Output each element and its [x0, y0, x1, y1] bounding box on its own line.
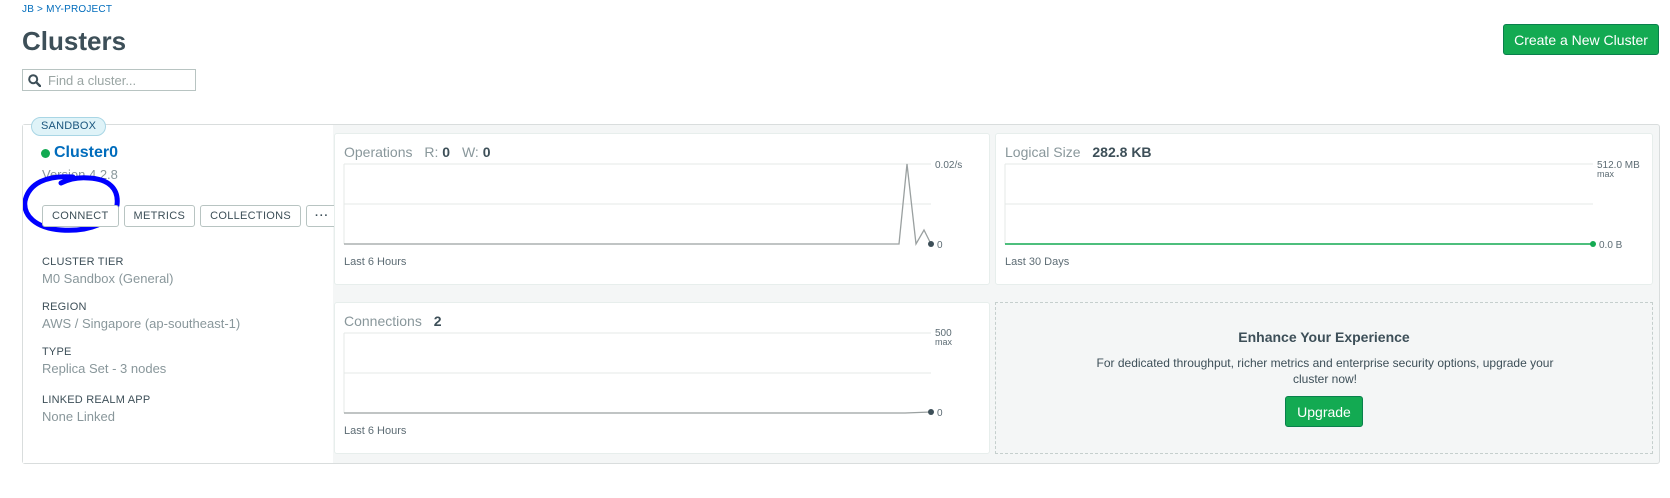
- cluster-info-panel: SANDBOX Cluster0 Version 4.2.8 CONNECT M…: [23, 117, 339, 463]
- connections-footer: Last 6 Hours: [344, 425, 407, 437]
- operations-chart-panel[interactable]: Operations R: 0 W: 0 0.02/s 0 Last 6 Hou…: [334, 133, 990, 285]
- connections-current-point: [928, 409, 934, 415]
- logical-size-min-label: 0.0 B: [1599, 240, 1623, 251]
- logical-size-chart-panel[interactable]: Logical Size 282.8 KB 512.0 MB max 0.0 B…: [995, 133, 1653, 285]
- connect-button[interactable]: CONNECT: [42, 205, 119, 227]
- upgrade-description: For dedicated throughput, richer metrics…: [1096, 356, 1554, 386]
- logical-size-current-point: [1590, 241, 1596, 247]
- sandbox-badge: SANDBOX: [31, 117, 107, 136]
- info-value: Replica Set - 3 nodes: [42, 361, 167, 376]
- upgrade-button[interactable]: Upgrade: [1285, 396, 1363, 427]
- connections-chart: 500 max 0: [343, 328, 953, 419]
- info-label: TYPE: [42, 346, 72, 358]
- connections-max-sub: max: [935, 337, 953, 347]
- connections-min-label: 0: [937, 408, 943, 419]
- page-title: Clusters: [22, 26, 127, 56]
- cluster-name[interactable]: Cluster0: [54, 144, 118, 162]
- cluster-actions: CONNECT METRICS COLLECTIONS ···: [42, 205, 339, 227]
- info-label: LINKED REALM APP: [42, 394, 151, 406]
- search-icon: [28, 73, 41, 87]
- connections-series-line: [344, 411, 932, 414]
- info-value: M0 Sandbox (General): [42, 271, 174, 286]
- info-label: REGION: [42, 301, 87, 313]
- operations-max-label: 0.02/s: [935, 160, 962, 171]
- cluster-version: Version 4.2.8: [42, 167, 118, 182]
- operations-chart: 0.02/s 0: [343, 160, 962, 251]
- operations-footer: Last 6 Hours: [344, 256, 407, 268]
- collections-button[interactable]: COLLECTIONS: [200, 205, 302, 227]
- info-value: None Linked: [42, 409, 115, 424]
- cluster-name-link[interactable]: Cluster0: [41, 144, 118, 162]
- search-input[interactable]: [46, 71, 196, 89]
- info-cluster-tier: CLUSTER TIER M0 Sandbox (General): [42, 256, 174, 286]
- info-value: AWS / Singapore (ap-southeast-1): [42, 316, 241, 331]
- cluster-search[interactable]: [22, 69, 196, 91]
- metrics-button[interactable]: METRICS: [123, 205, 196, 227]
- info-type: TYPE Replica Set - 3 nodes: [42, 346, 166, 376]
- status-dot-icon: [41, 148, 50, 158]
- upgrade-panel: Enhance Your Experience For dedicated th…: [995, 302, 1653, 454]
- info-linked-realm-app: LINKED REALM APP None Linked: [42, 394, 150, 424]
- create-cluster-button[interactable]: Create a New Cluster: [1503, 24, 1659, 55]
- info-label: CLUSTER TIER: [42, 256, 124, 268]
- logical-size-chart: 512.0 MB max 0.0 B: [1004, 160, 1640, 251]
- operations-min-label: 0: [937, 240, 943, 251]
- upgrade-title: Enhance Your Experience: [1238, 329, 1410, 345]
- connections-chart-panel[interactable]: Connections 2 500 max 0 Last 6 Hours: [334, 302, 990, 454]
- breadcrumb[interactable]: JB > MY-PROJECT: [22, 4, 112, 15]
- logical-size-max-sub: max: [1597, 169, 1615, 179]
- info-region: REGION AWS / Singapore (ap-southeast-1): [42, 301, 240, 331]
- logical-size-footer: Last 30 Days: [1005, 256, 1070, 268]
- operations-current-point: [928, 241, 934, 247]
